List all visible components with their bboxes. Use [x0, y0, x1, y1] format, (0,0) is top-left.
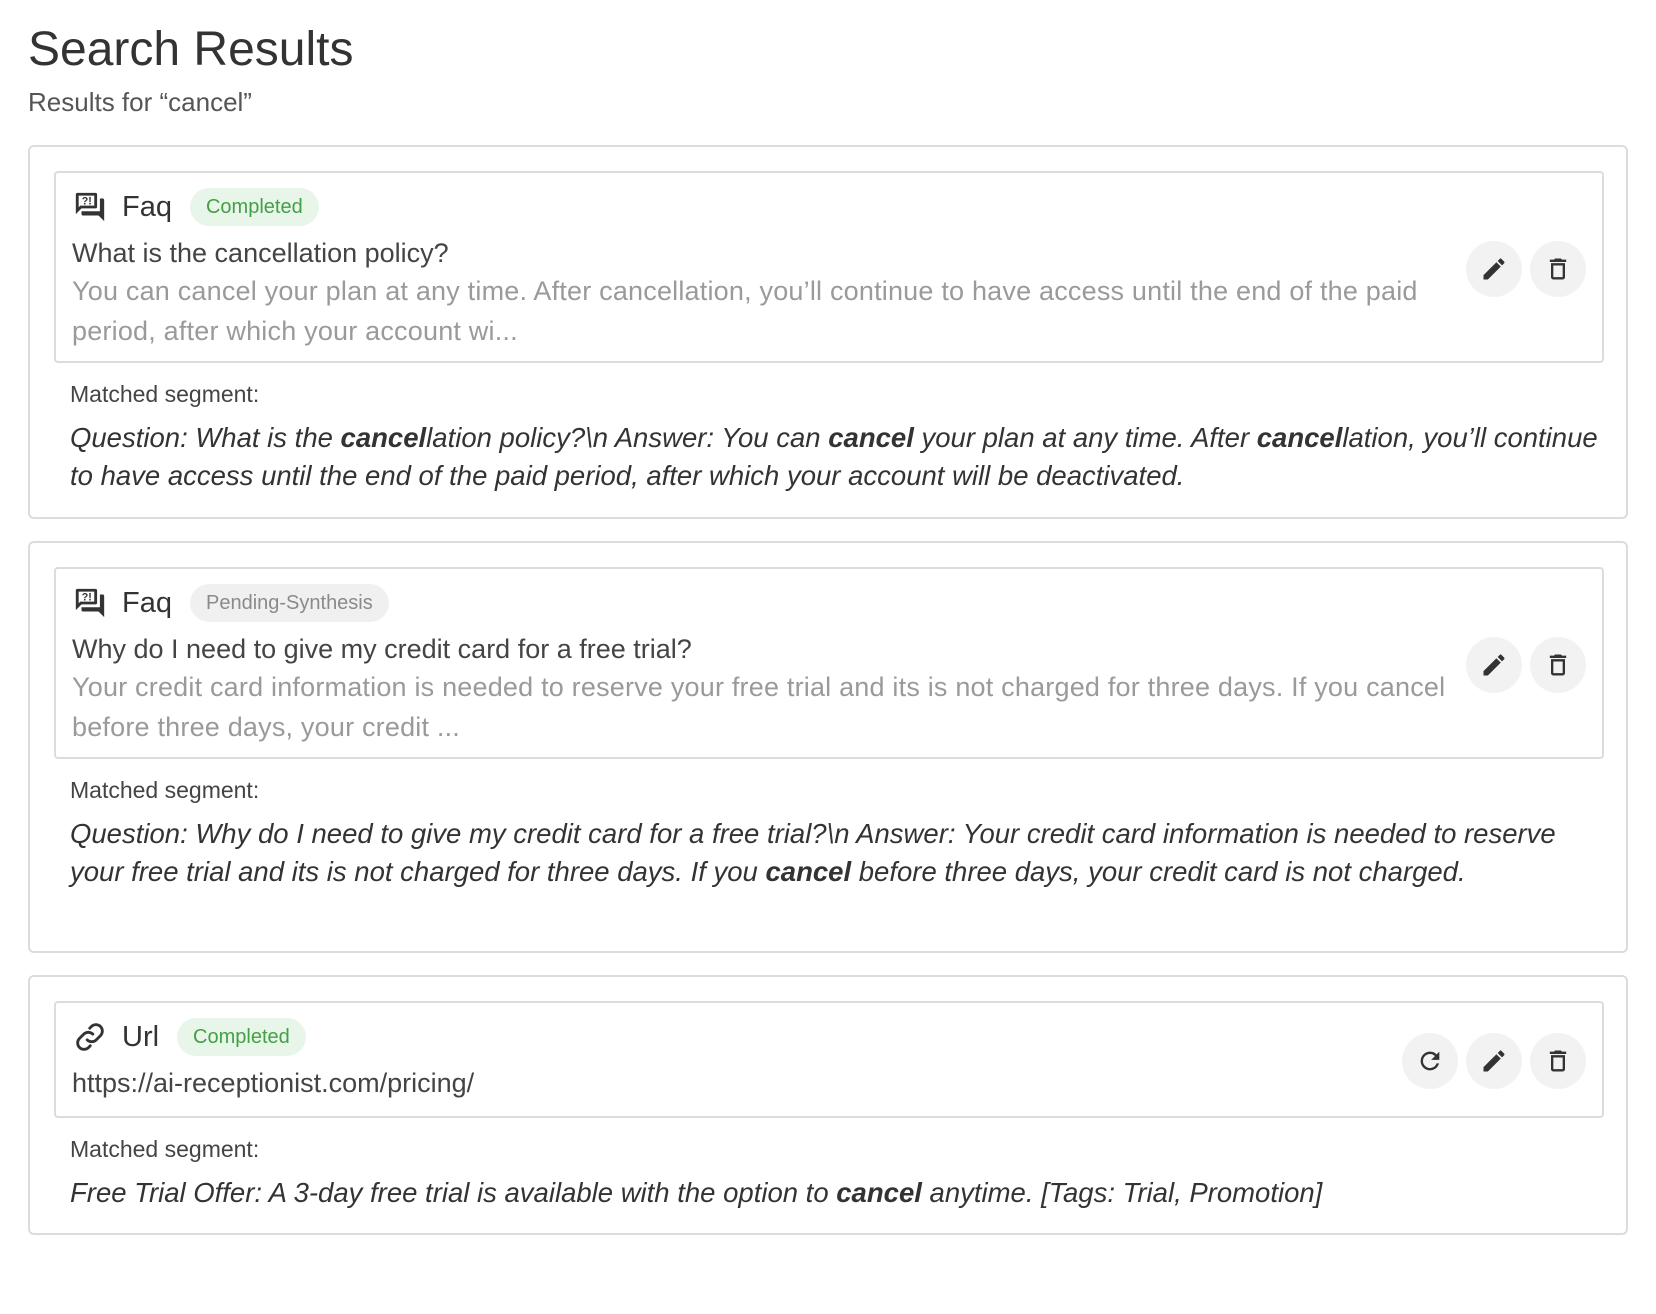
pencil-icon — [1483, 258, 1505, 280]
item-title: Why do I need to give my credit card for… — [72, 634, 692, 664]
svg-text:?!: ?! — [82, 591, 92, 603]
item-preview: You can cancel your plan at any time. Af… — [72, 276, 1418, 346]
item-title: What is the cancellation policy? — [72, 238, 449, 268]
trash-icon — [1549, 654, 1567, 676]
item-preview: Your credit card information is needed t… — [72, 672, 1446, 742]
matched-segment-text: Question: What is the cancellation polic… — [70, 419, 1600, 495]
result-card: ?! Faq Pending-Synthesis Why do I need t… — [28, 541, 1628, 953]
result-card: Url Completed https://ai-receptionist.co… — [28, 975, 1628, 1235]
highlight-match: cancel — [340, 422, 427, 453]
matched-segment-text: Free Trial Offer: A 3-day free trial is … — [70, 1174, 1600, 1212]
trash-icon — [1549, 1050, 1567, 1072]
result-item[interactable]: ?! Faq Pending-Synthesis Why do I need t… — [54, 567, 1604, 759]
matched-segment-label: Matched segment: — [70, 777, 260, 803]
delete-button[interactable] — [1530, 241, 1586, 297]
status-badge: Pending-Synthesis — [189, 584, 389, 622]
result-item[interactable]: ?! Faq Completed What is the cancellatio… — [54, 171, 1604, 363]
matched-segment-text: Question: Why do I need to give my credi… — [70, 815, 1600, 891]
status-badge: Completed — [177, 1018, 306, 1056]
quiz-chat-icon: ?! — [72, 585, 108, 621]
trash-icon — [1549, 258, 1567, 280]
item-type-label: Faq — [122, 586, 172, 619]
search-results-page: Search Results Results for “cancel” ?! F… — [0, 0, 1656, 1314]
item-header: ?! Faq Pending-Synthesis — [72, 583, 389, 623]
edit-button[interactable] — [1466, 241, 1522, 297]
edit-button[interactable] — [1466, 1033, 1522, 1089]
item-actions — [1466, 241, 1586, 297]
page-title: Search Results — [28, 23, 354, 76]
matched-segment-label: Matched segment: — [70, 1136, 260, 1162]
edit-button[interactable] — [1466, 637, 1522, 693]
segment-text: your plan at any time. After — [913, 422, 1257, 453]
item-url: https://ai-receptionist.com/pricing/ — [72, 1068, 475, 1098]
highlight-match: cancel — [765, 856, 852, 887]
item-header: Url Completed — [72, 1017, 306, 1057]
item-actions — [1402, 1033, 1586, 1089]
link-icon — [72, 1019, 108, 1055]
segment-text: Question: What is the — [70, 422, 341, 453]
highlight-match: cancel — [1256, 422, 1343, 453]
segment-text: anytime. [Tags: Trial, Promotion] — [921, 1177, 1323, 1208]
highlight-match: cancel — [828, 422, 914, 453]
pencil-icon — [1483, 654, 1505, 676]
item-type-label: Url — [122, 1020, 160, 1053]
page-subtitle: Results for “cancel” — [28, 87, 252, 117]
quiz-chat-icon: ?! — [72, 189, 108, 225]
result-card: ?! Faq Completed What is the cancellatio… — [28, 145, 1628, 519]
item-header: ?! Faq Completed — [72, 187, 319, 227]
segment-text: lation policy?\n Answer: You can — [426, 422, 829, 453]
highlight-match: cancel — [836, 1177, 922, 1208]
result-item[interactable]: Url Completed https://ai-receptionist.co… — [54, 1001, 1604, 1118]
segment-text: before three days, your credit card is n… — [851, 856, 1466, 887]
item-actions — [1466, 637, 1586, 693]
delete-button[interactable] — [1530, 637, 1586, 693]
segment-text: Free Trial Offer: A 3-day free trial is … — [70, 1177, 837, 1208]
svg-text:?!: ?! — [82, 195, 92, 207]
delete-button[interactable] — [1530, 1033, 1586, 1089]
refresh-icon — [1420, 1051, 1440, 1071]
matched-segment-label: Matched segment: — [70, 381, 260, 407]
item-type-label: Faq — [122, 190, 172, 223]
refresh-button[interactable] — [1402, 1033, 1458, 1089]
status-badge: Completed — [189, 188, 319, 226]
pencil-icon — [1483, 1050, 1505, 1072]
